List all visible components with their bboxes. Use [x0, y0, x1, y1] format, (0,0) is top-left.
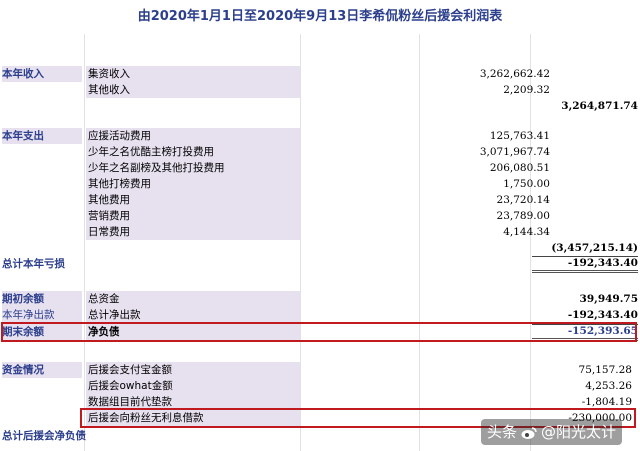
watermark: 头条 @阳光太计 [480, 419, 622, 445]
funds-item-amount: 4,253.26 [585, 380, 632, 392]
loss-total: -192,343.40 [532, 256, 638, 273]
income-total-row: 3,264,871.74 [0, 98, 640, 114]
expense-item-amount: 125,763.41 [489, 130, 550, 142]
income-item-label: 其他收入 [86, 82, 300, 98]
funds-item-amount: 75,157.28 [578, 364, 632, 376]
net-debt-category: 总计后援会净负债 [2, 430, 86, 442]
expense-item-amount: 4,144.34 [503, 226, 550, 238]
expense-row: 本年支出 应援活动费用 125,763.41 [0, 128, 640, 144]
watermark-prefix: 头条 [486, 423, 517, 441]
expense-row: 营销费用 23,789.00 [0, 208, 640, 224]
income-item-amount: 2,209.32 [503, 84, 550, 96]
expense-row: 少年之名副榜及其他打投费用 206,080.51 [0, 160, 640, 176]
expense-item-label: 其他打榜费用 [86, 176, 300, 192]
income-row: 其他收入 2,209.32 [0, 82, 640, 98]
expense-row: 少年之名优酷主榜打投费用 3,071,967.74 [0, 144, 640, 160]
income-item-amount: 3,262,662.42 [479, 68, 550, 80]
expense-item-label: 日常费用 [86, 224, 300, 240]
expense-item-amount: 206,080.51 [489, 162, 550, 174]
expense-item-label: 应援活动费用 [86, 128, 300, 144]
funds-item-label: 后援会支付宝金额 [86, 362, 300, 378]
expense-item-label: 其他费用 [86, 192, 300, 208]
funds-row: 资金情况 后援会支付宝金额 75,157.28 [0, 362, 640, 378]
expense-category: 本年支出 [2, 128, 82, 144]
expense-row: 其他费用 23,720.14 [0, 192, 640, 208]
opening-label: 总资金 [86, 291, 300, 307]
expense-item-label: 营销费用 [86, 208, 300, 224]
expense-item-amount: 23,720.14 [496, 194, 550, 206]
funds-category: 资金情况 [2, 362, 82, 378]
expense-item-label: 少年之名副榜及其他打投费用 [86, 160, 300, 176]
opening-category: 期初余额 [2, 291, 82, 307]
watermark-suffix: @阳光太计 [540, 423, 616, 441]
income-row: 本年收入 集资收入 3,262,662.42 [0, 66, 640, 82]
weibo-logo-icon [521, 426, 537, 439]
expense-total: (3,457,215.14) [551, 242, 638, 254]
expense-item-amount: 1,750.00 [503, 178, 550, 190]
report-title: 由2020年1月1日至2020年9月13日李希侃粉丝后援会利润表 [137, 9, 503, 24]
closing-highlight-box [1, 322, 637, 342]
expense-item-amount: 23,789.00 [496, 210, 550, 222]
net-out-label: 总计净出款 [86, 307, 300, 323]
net-out-category: 本年净出款 [2, 307, 82, 323]
opening-total: 39,949.75 [579, 293, 638, 305]
opening-row: 期初余额 总资金 39,949.75 [0, 291, 640, 307]
expense-item-amount: 3,071,967.74 [479, 146, 550, 158]
net-out-total: -192,343.40 [567, 309, 638, 321]
loss-category: 总计本年亏损 [2, 258, 65, 270]
expense-item-label: 少年之名优酷主榜打投费用 [86, 144, 300, 160]
spreadsheet: 由2020年1月1日至2020年9月13日李希侃粉丝后援会利润表 本年收入 集资… [0, 0, 640, 451]
net-out-row: 本年净出款 总计净出款 -192,343.40 [0, 307, 640, 323]
funds-row: 后援会owhat金额 4,253.26 [0, 378, 640, 394]
income-item-label: 集资收入 [86, 66, 300, 82]
funds-item-label: 后援会owhat金额 [86, 378, 300, 394]
income-total: 3,264,871.74 [561, 100, 638, 112]
expense-row: 日常费用 4,144.34 [0, 224, 640, 240]
income-category: 本年收入 [2, 66, 82, 82]
expense-total-row: (3,457,215.14) [0, 240, 640, 256]
loss-row: 总计本年亏损 -192,343.40 [0, 256, 640, 273]
expense-row: 其他打榜费用 1,750.00 [0, 176, 640, 192]
